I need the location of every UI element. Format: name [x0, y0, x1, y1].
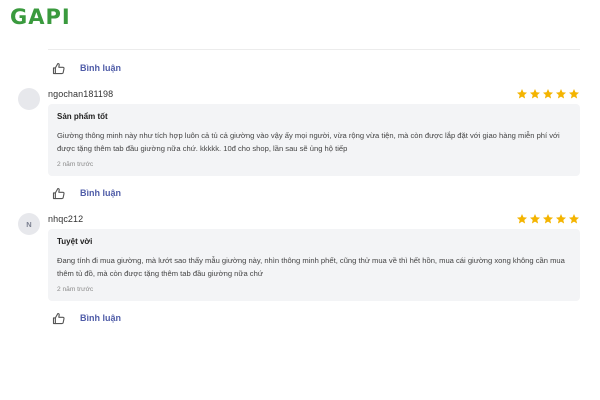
review-card: Tuyệt vời Đang tính đi mua giường, mà lư…: [48, 229, 580, 301]
review-title: Sản phẩm tốt: [57, 112, 108, 121]
avatar: N: [18, 213, 40, 235]
divider: [48, 49, 580, 50]
brand-logo[interactable]: GAPI: [10, 6, 71, 28]
star-icon: [568, 213, 580, 225]
thumbs-up-icon[interactable]: [50, 310, 66, 326]
star-icon: [568, 88, 580, 100]
thumbs-up-icon[interactable]: [50, 185, 66, 201]
review-username: nhqc212: [48, 214, 84, 224]
star-rating: [516, 213, 580, 225]
review-timestamp: 2 năm trước: [57, 286, 94, 293]
star-rating: [516, 88, 580, 100]
comment-link[interactable]: Bình luận: [80, 313, 121, 323]
review-username: ngochan181198: [48, 89, 114, 99]
comment-link[interactable]: Bình luận: [80, 63, 121, 73]
thumbs-up-icon[interactable]: [50, 60, 66, 76]
star-icon: [529, 213, 541, 225]
brand-logo-text: GAPI: [10, 5, 71, 29]
star-icon: [555, 213, 567, 225]
review-title: Tuyệt vời: [57, 237, 93, 246]
star-icon: [555, 88, 567, 100]
review-body: Đang tính đi mua giường, mà lướt sao thấ…: [57, 256, 565, 278]
review-card: Sản phẩm tốt Giường thông minh này như t…: [48, 104, 580, 176]
comment-link[interactable]: Bình luận: [80, 188, 121, 198]
review-actions: Bình luận: [50, 59, 121, 77]
review-timestamp: 2 năm trước: [57, 161, 94, 168]
review-body: Giường thông minh này như tích hợp luôn …: [57, 131, 560, 153]
star-icon: [516, 213, 528, 225]
avatar-initial: N: [26, 219, 32, 229]
review-actions: Bình luận: [50, 309, 121, 327]
avatar: [18, 88, 40, 110]
review-actions: Bình luận: [50, 184, 121, 202]
star-icon: [529, 88, 541, 100]
star-icon: [542, 88, 554, 100]
star-icon: [516, 88, 528, 100]
star-icon: [542, 213, 554, 225]
